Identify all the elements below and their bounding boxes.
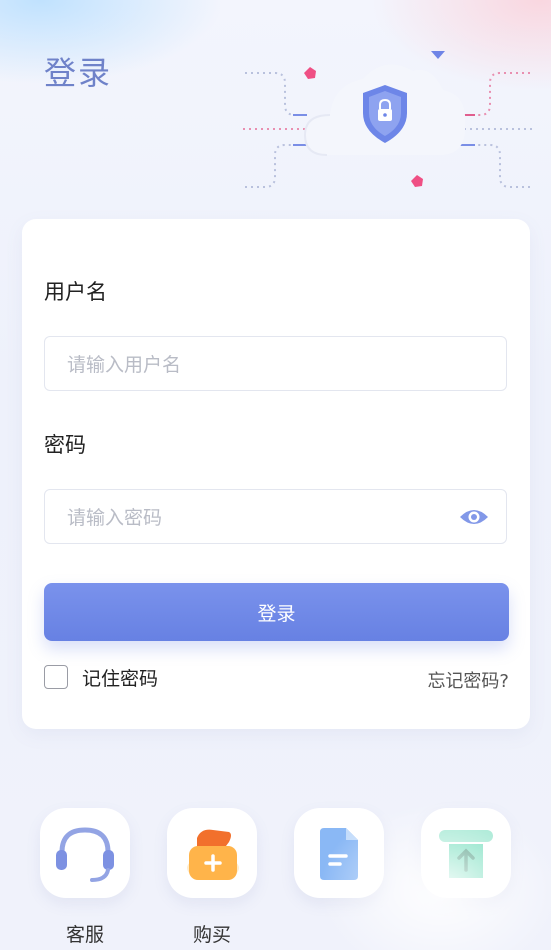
nav-item-buy[interactable]: 购买 [167, 808, 259, 950]
nav-tile [167, 808, 257, 898]
nav-item-service[interactable]: 客服 [40, 808, 132, 950]
username-field-box [44, 336, 507, 392]
password-label: 密码 [44, 433, 86, 457]
nav-tile [40, 808, 130, 898]
username-label: 用户名 [44, 280, 107, 304]
nav-item-document[interactable] [294, 808, 386, 950]
nav-label-buy: 购买 [192, 924, 231, 946]
headset-icon [56, 827, 114, 882]
login-button[interactable]: 登录 [44, 583, 509, 641]
upload-icon [439, 830, 493, 878]
remember-label[interactable]: 记住密码 [82, 664, 158, 691]
username-input[interactable] [65, 337, 449, 392]
shopping-bag-icon [187, 829, 239, 880]
document-icon [320, 828, 358, 880]
password-input[interactable] [65, 490, 449, 545]
nav-label-service: 客服 [65, 924, 104, 946]
remember-checkbox[interactable] [44, 665, 68, 689]
cloud-security-illustration [243, 51, 532, 188]
nav-item-upload[interactable] [421, 808, 513, 950]
remember-row: 记住密码 忘记密码? [44, 663, 509, 693]
eye-icon[interactable] [458, 505, 490, 529]
bottom-nav: 客服 购买 [0, 808, 551, 950]
password-field-box [44, 489, 507, 545]
login-card: 用户名 密码 登录 记住密码 忘记密码? [22, 219, 530, 729]
nav-tile [294, 808, 384, 898]
page-title: 登录 [44, 54, 113, 92]
forgot-password-link[interactable]: 忘记密码? [427, 667, 509, 693]
nav-tile [421, 808, 511, 898]
